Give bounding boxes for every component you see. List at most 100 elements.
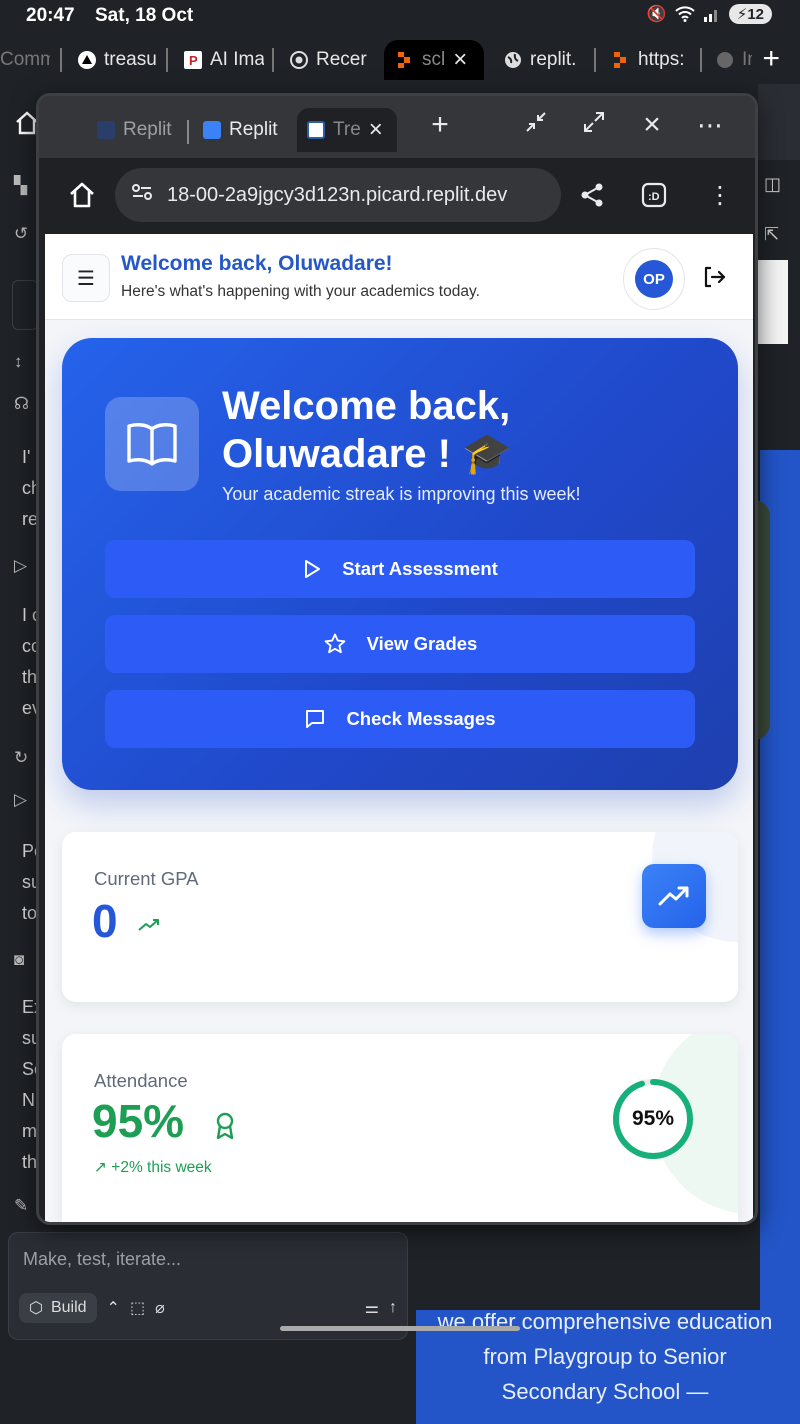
outer-tab-label: AI Ima — [210, 49, 264, 70]
outer-tab-6[interactable]: replit. — [504, 40, 584, 80]
check-messages-label: Check Messages — [346, 708, 496, 729]
gpa-card[interactable]: Current GPA 0 — [62, 832, 738, 1002]
welcome-hero-card: Welcome back, Oluwadare ! 🎓 Your academi… — [62, 338, 738, 790]
close-icon[interactable]: × — [369, 116, 383, 144]
pinterest-logo-icon: P — [184, 51, 202, 69]
maximize-icon[interactable] — [579, 110, 609, 142]
window-tab-2[interactable]: Replit — [193, 108, 285, 152]
tab-divider — [700, 48, 702, 72]
view-grades-button[interactable]: View Grades — [105, 615, 695, 673]
bg-right-text: we offer comprehensive education from Pl… — [437, 1309, 773, 1404]
settings-sliders-icon[interactable]: ⚌ — [365, 1298, 379, 1318]
check-messages-button[interactable]: Check Messages — [105, 690, 695, 748]
outer-tab-7[interactable]: https: — [612, 40, 692, 80]
split-view-icon[interactable]: ◫ — [764, 174, 781, 195]
outer-tab-1[interactable]: Comm — [0, 40, 50, 80]
play-icon — [305, 560, 321, 578]
header-title: Welcome back, Oluwadare! — [121, 252, 393, 275]
avatar: OP — [635, 260, 673, 298]
more-horizontal-icon[interactable]: ⋯ — [695, 110, 725, 140]
send-arrow-icon[interactable]: ↑ — [389, 1299, 397, 1317]
url-bar[interactable]: 18-00-2a9jgcy3d123n.picard.replit.dev — [115, 168, 561, 222]
site-settings-icon[interactable] — [131, 183, 153, 207]
edit-icon[interactable]: ✎ — [14, 1196, 28, 1216]
more-vertical-icon[interactable]: ⋮ — [705, 180, 735, 210]
composer[interactable]: Make, test, iterate... ⬡ Build ⌃ ⬚ ⌀ ⚌ ↑ — [8, 1232, 408, 1340]
svg-text::D: :D — [648, 191, 660, 203]
outer-tab-8[interactable]: In — [716, 40, 752, 80]
outer-tab-strip: Comm treasu P AI Ima Recer scl × replit. h… — [0, 34, 800, 84]
header-subtitle: Here's what's happening with your academ… — [121, 283, 480, 300]
minimize-icon[interactable] — [521, 110, 551, 142]
tab-divider — [60, 48, 62, 72]
window-tab-strip: Replit Replit Tre × + × ⋯ — [39, 96, 755, 158]
hamburger-icon: ☰ — [77, 267, 95, 290]
select-region-icon[interactable]: ⬚ — [130, 1298, 145, 1318]
refresh-icon[interactable]: ↻ — [14, 748, 28, 768]
menu-button[interactable]: ☰ — [62, 254, 110, 302]
replit-favicon-icon — [203, 121, 221, 139]
replit-favicon-icon — [97, 121, 115, 139]
attach-icon[interactable]: ⌀ — [155, 1298, 165, 1318]
close-window-icon[interactable]: × — [637, 110, 667, 140]
external-link-icon[interactable]: ⇱ — [764, 224, 779, 245]
view-grades-label: View Grades — [366, 633, 478, 654]
composer-toolbar: ⬡ Build ⌃ ⬚ ⌀ ⚌ ↑ — [19, 1291, 397, 1325]
window-tab-label: Tre — [333, 119, 361, 140]
window-tab-label: Replit — [229, 119, 278, 140]
build-button[interactable]: ⬡ Build — [19, 1293, 97, 1323]
send-icon[interactable]: ▷ — [14, 556, 27, 576]
start-assessment-button[interactable]: Start Assessment — [105, 540, 695, 598]
attendance-change: ↗ +2% this week — [94, 1159, 212, 1176]
status-icons: 🔇 ⚡12 — [647, 4, 772, 24]
extension-icon[interactable]: :D — [639, 180, 669, 210]
send-icon[interactable]: ▷ — [14, 790, 27, 810]
chevron-up-icon[interactable]: ⌃ — [107, 1298, 120, 1318]
outer-tab-label: treasu — [104, 49, 157, 70]
outer-tab-label: replit. — [530, 49, 577, 70]
triangle-icon — [78, 51, 96, 69]
battery-level: 12 — [747, 6, 764, 23]
browser-toolbar: 18-00-2a9jgcy3d123n.picard.replit.dev :D… — [39, 158, 755, 234]
signal-icon — [703, 10, 717, 22]
message-icon — [306, 710, 325, 728]
window-tab-3-active[interactable]: Tre × — [297, 108, 397, 152]
outer-tab-3[interactable]: P AI Ima — [184, 40, 264, 80]
window-tab-1[interactable]: Replit — [87, 108, 179, 152]
bg-right-toolbar — [758, 84, 800, 160]
sidebar-search-box[interactable] — [12, 280, 38, 330]
history-icon[interactable]: ↺ — [14, 224, 28, 244]
app-header: ☰ Welcome back, Oluwadare! Here's what's… — [45, 234, 753, 320]
tab-divider — [272, 48, 274, 72]
avatar-button[interactable]: OP — [623, 248, 685, 310]
outer-tab-label: https: — [638, 49, 685, 70]
new-tab-icon[interactable]: + — [762, 44, 780, 74]
battery-indicator: ⚡12 — [728, 4, 772, 24]
cube-icon: ⬡ — [29, 1300, 43, 1317]
attendance-card[interactable]: Attendance 95% ↗ +2% this week 95% — [62, 1034, 738, 1222]
close-icon[interactable]: × — [453, 46, 467, 74]
tab-divider — [166, 48, 168, 72]
home-indicator[interactable] — [280, 1326, 520, 1331]
camera-icon[interactable]: ◙ — [14, 950, 24, 970]
share-icon[interactable] — [577, 180, 607, 210]
replit-logo-icon — [612, 51, 630, 69]
new-tab-icon[interactable]: + — [425, 110, 455, 140]
outer-tab-label: In — [742, 49, 752, 70]
attendance-ring-label: 95% — [631, 1107, 675, 1130]
outer-tab-5-active[interactable]: scl × — [384, 40, 484, 80]
outer-tab-label: Recer — [316, 49, 367, 70]
resize-icon[interactable]: ↕ — [14, 352, 23, 372]
outer-tab-label: scl — [422, 49, 446, 70]
url-text: 18-00-2a9jgcy3d123n.picard.replit.dev — [167, 183, 508, 206]
outer-tab-2[interactable]: treasu — [78, 40, 158, 80]
grid-icon[interactable]: ▚ — [14, 176, 27, 196]
attendance-value: 95% — [92, 1095, 185, 1147]
outer-tab-label: Comm — [0, 49, 50, 70]
brain-icon: ☊ — [14, 394, 30, 413]
gpa-value: 0 — [92, 895, 118, 947]
logout-icon[interactable] — [701, 264, 727, 290]
home-icon[interactable] — [67, 180, 97, 210]
outer-tab-4[interactable]: Recer — [290, 40, 370, 80]
award-icon — [216, 1112, 234, 1140]
